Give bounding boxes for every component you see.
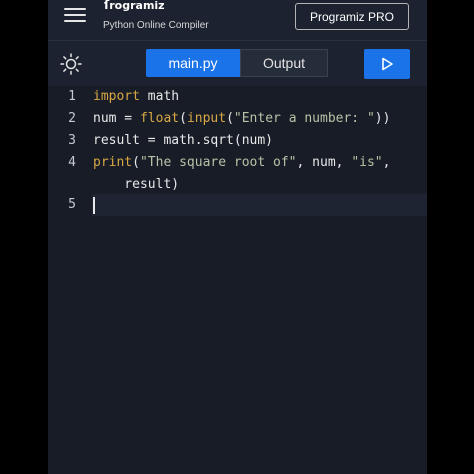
code-line: 3 result = math.sqrt(num) (48, 130, 427, 152)
code-text[interactable]: num = float(input("Enter a number: ")) (93, 108, 390, 130)
code-text[interactable]: print("The square root of", num, "is", (93, 152, 390, 174)
code-token: print (93, 155, 133, 170)
code-token: float (139, 111, 180, 126)
code-text[interactable]: import math (93, 86, 179, 108)
code-token: result) (93, 177, 180, 192)
code-token: ( (132, 155, 140, 170)
top-bar: ſrogramiz Python Online Compiler Program… (48, 0, 427, 40)
code-line: 1 import math (48, 86, 427, 108)
programiz-pro-button[interactable]: Programiz PRO (295, 3, 409, 30)
line-number: 2 (68, 111, 76, 126)
code-text[interactable]: result) (93, 174, 179, 196)
code-token: num = (93, 111, 140, 126)
code-token: , (382, 155, 391, 170)
code-token: , num, (296, 155, 352, 170)
line-number: 5 (68, 197, 76, 212)
code-line: 4 print("The square root of", num, "is", (48, 152, 427, 174)
page-subtitle: Python Online Compiler (103, 20, 209, 31)
code-token: )) (374, 111, 391, 126)
brand-name: rogramiz (109, 0, 165, 12)
run-button[interactable] (364, 49, 410, 79)
tab-output[interactable]: Output (240, 49, 328, 77)
tab-main-py[interactable]: main.py (146, 49, 240, 77)
line-number: 4 (68, 155, 76, 170)
code-token: ( (226, 111, 234, 126)
code-token: "The square root of" (139, 155, 297, 170)
code-line: 2 num = float(input("Enter a number: ")) (48, 108, 427, 130)
code-editor[interactable]: 1 import math 2 num = float(input("Enter… (48, 86, 427, 474)
sun-icon[interactable] (59, 52, 83, 76)
code-token: math (139, 89, 180, 104)
line-number: 3 (68, 133, 76, 148)
text-cursor (93, 197, 95, 214)
code-token: import (93, 89, 140, 104)
code-line: 5 (48, 194, 427, 216)
code-token: "Enter a number: " (233, 111, 375, 126)
code-token: input (186, 111, 227, 126)
code-text[interactable]: result = math.sqrt(num) (93, 130, 273, 152)
code-token: ( (179, 111, 187, 126)
code-token: "is" (351, 155, 383, 170)
line-number: 1 (68, 89, 76, 104)
editor-toolbar: main.py Output (48, 40, 427, 86)
compiler-app: ſrogramiz Python Online Compiler Program… (48, 0, 427, 474)
brand-logo[interactable]: ſrogramiz (104, 0, 165, 12)
code-line-wrapped: result) (48, 174, 427, 196)
play-icon (382, 57, 393, 71)
code-token: result = math.sqrt(num) (93, 133, 274, 148)
menu-icon[interactable] (64, 6, 86, 24)
